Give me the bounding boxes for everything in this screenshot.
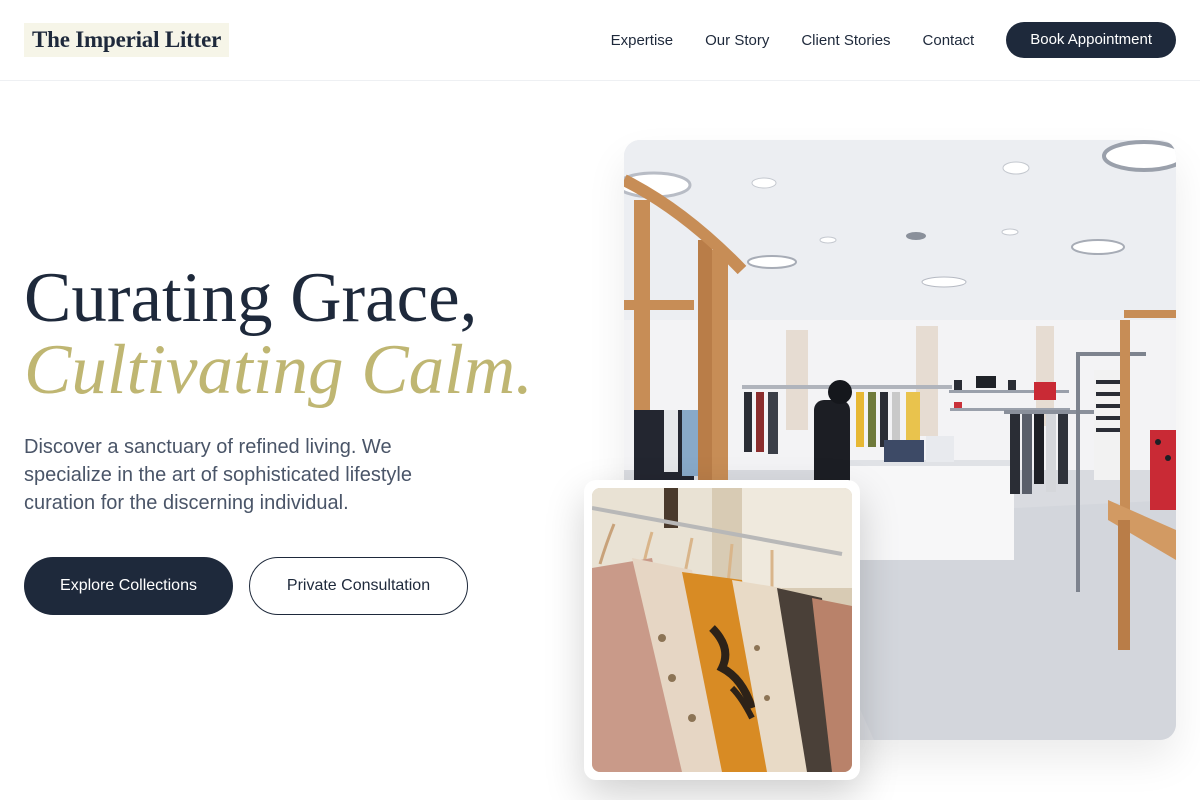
- site-header: The Imperial Litter Expertise Our Story …: [0, 0, 1200, 81]
- book-appointment-button[interactable]: Book Appointment: [1006, 22, 1176, 58]
- nav-link-expertise[interactable]: Expertise: [611, 32, 674, 49]
- nav-link-client-stories[interactable]: Client Stories: [801, 32, 890, 49]
- hero-title: Curating Grace, Cultivating Calm.: [24, 262, 604, 406]
- private-consultation-button[interactable]: Private Consultation: [249, 557, 468, 615]
- clothing-rack-image-card: [584, 480, 860, 780]
- hero-description: Discover a sanctuary of refined living. …: [24, 436, 412, 514]
- nav-link-our-story[interactable]: Our Story: [705, 32, 769, 49]
- explore-collections-button[interactable]: Explore Collections: [24, 557, 233, 615]
- site-logo[interactable]: The Imperial Litter: [24, 23, 230, 57]
- clothing-rack-image: [592, 488, 852, 772]
- hero-title-line2: Cultivating Calm.: [24, 331, 533, 409]
- main-nav: Expertise Our Story Client Stories Conta…: [611, 22, 1176, 58]
- clothing-rack-illustration: [592, 488, 852, 772]
- hero-title-line1: Curating Grace,: [24, 259, 478, 337]
- nav-link-contact[interactable]: Contact: [923, 32, 975, 49]
